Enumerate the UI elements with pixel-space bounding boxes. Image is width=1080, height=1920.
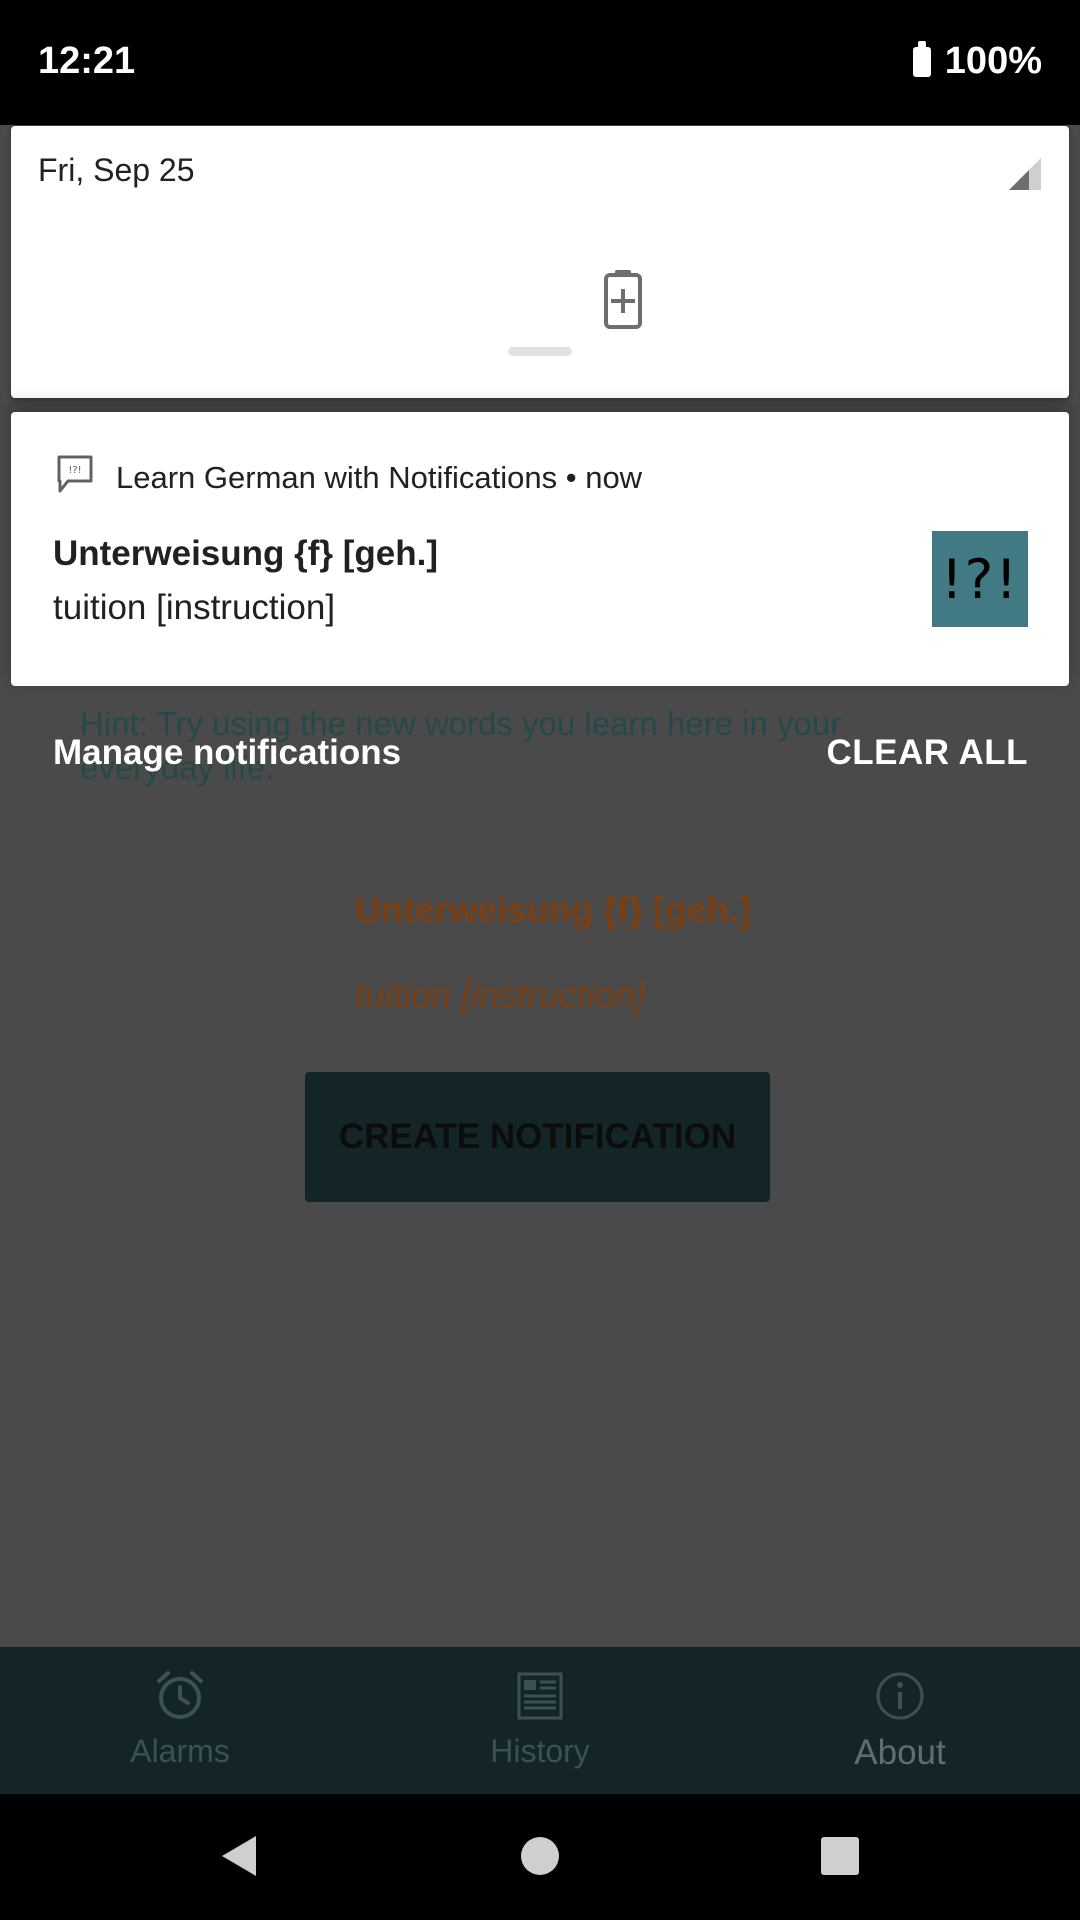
word-label: Unterweisung {f} [geh.] (355, 889, 752, 930)
notification-title: Unterweisung {f} [geh.] (53, 534, 439, 573)
notification-app-name: Learn German with Notifications (116, 460, 558, 495)
signal-icon[interactable] (1009, 158, 1041, 190)
translation-label: tuition [instruction] (355, 974, 646, 1015)
bottom-navigation: Alarms History About (0, 1647, 1080, 1794)
svg-text:!?!: !?! (68, 465, 81, 476)
manage-notifications-button[interactable]: Manage notifications (53, 733, 401, 773)
nav-item-alarms[interactable]: Alarms (0, 1647, 360, 1794)
nav-label-alarms: Alarms (130, 1733, 230, 1769)
alarm-clock-icon (157, 1671, 203, 1719)
info-icon (876, 1672, 924, 1720)
notification-thumbnail: !?! (932, 531, 1028, 627)
status-bar: 12:21 100% (0, 0, 1080, 125)
notification-card[interactable]: !?! Learn German with Notifications • no… (11, 412, 1069, 686)
notification-time: now (585, 460, 643, 495)
status-time: 12:21 (38, 40, 136, 82)
recents-icon[interactable] (816, 1832, 864, 1880)
battery-saver-icon[interactable] (602, 269, 644, 329)
quick-settings-date: Fri, Sep 25 (38, 152, 195, 188)
notification-text: tuition [instruction] (53, 588, 336, 627)
notification-separator: • (565, 460, 577, 495)
app-notification-icon: !?! (57, 455, 93, 493)
create-notification-button[interactable]: CREATE NOTIFICATION (305, 1072, 770, 1202)
back-icon[interactable] (216, 1832, 264, 1880)
quick-settings-panel: Fri, Sep 25 (11, 126, 1069, 398)
notification-header: Learn German with Notifications • now (116, 460, 642, 496)
nav-item-about[interactable]: About (720, 1647, 1080, 1794)
nav-item-history[interactable]: History (360, 1647, 720, 1794)
clear-all-button[interactable]: CLEAR ALL (826, 733, 1028, 773)
nav-label-about: About (854, 1733, 946, 1772)
battery-icon (912, 40, 931, 77)
system-navigation-bar (0, 1794, 1080, 1920)
history-icon (517, 1672, 563, 1720)
home-icon[interactable] (516, 1832, 564, 1880)
status-battery: 100% (912, 40, 1042, 83)
battery-percent: 100% (944, 40, 1042, 82)
drag-handle[interactable] (508, 347, 572, 356)
nav-label-history: History (490, 1733, 590, 1769)
